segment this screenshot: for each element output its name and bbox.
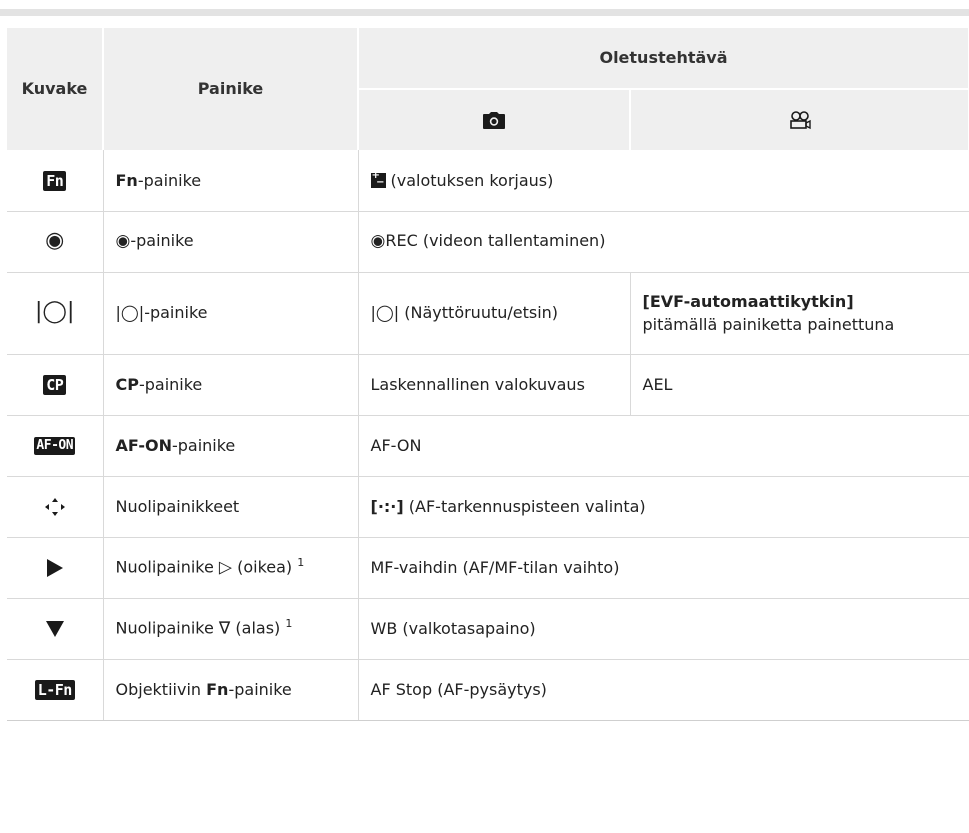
cp-icon: CP: [43, 375, 67, 396]
table-row: L-Fn Objektiivin Fn-painike AF Stop (AF-…: [7, 659, 969, 721]
arrow-pad-icon: [44, 498, 65, 517]
header-painike: Painike: [103, 28, 359, 150]
table-row: AF-ON AF-ON-painike AF-ON: [7, 415, 969, 477]
table-row: Nuolipainike ∇ (alas) 1 WB (valkotasapai…: [7, 598, 969, 660]
header-photo: [358, 89, 631, 150]
down-triangle-icon: [45, 621, 64, 638]
button-function-table: Kuvake Painike Oletustehtävä Fn Fn-paini…: [7, 28, 969, 721]
table-row: Nuolipainikkeet [·:·] (AF-tarkennuspiste…: [7, 476, 969, 538]
table-row: |◯| |◯|-painike |◯| (Näyttöruutu/etsin) …: [7, 272, 969, 355]
camera-icon: [483, 112, 505, 130]
fn-icon: Fn: [43, 171, 67, 192]
header-oletustehtava: Oletustehtävä: [358, 28, 969, 90]
header-kuvake: Kuvake: [7, 28, 104, 150]
table-row: Fn Fn-painike (valotuksen korjaus): [7, 150, 969, 212]
top-divider: [0, 9, 969, 16]
viewfinder-switch-icon: |◯|: [35, 299, 75, 325]
af-on-icon: AF-ON: [34, 437, 76, 456]
table-row: Nuolipainike ▷ (oikea) 1 MF-vaihdin (AF/…: [7, 537, 969, 599]
table-row: ◉ ◉-painike ◉REC (videon tallentaminen): [7, 211, 969, 273]
exposure-compensation-icon: [370, 169, 386, 191]
movie-camera-icon: [789, 111, 811, 130]
table-row: CP CP-painike Laskennallinen valokuvaus …: [7, 354, 969, 416]
record-icon: ◉: [45, 227, 65, 253]
header-movie: [630, 89, 969, 150]
right-triangle-icon: [46, 559, 63, 578]
l-fn-icon: L-Fn: [34, 680, 75, 701]
